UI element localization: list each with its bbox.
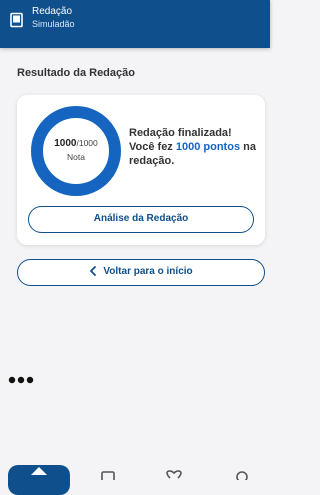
score-ring-progress xyxy=(31,106,121,196)
nav-item-profile[interactable] xyxy=(236,471,248,480)
score-ring xyxy=(31,106,121,196)
heart-icon xyxy=(166,470,182,479)
chevron-left-icon xyxy=(90,266,97,277)
score-number: 1000 xyxy=(54,138,77,149)
back-home-label: Voltar para o início xyxy=(103,266,193,277)
status-text: Redação finalizada! xyxy=(129,127,232,139)
points-highlight: 1000 pontos xyxy=(175,141,241,153)
score-max: /1000 xyxy=(76,138,98,148)
result-message: Redação finalizada! Você fez 1000 pontos… xyxy=(129,126,259,168)
points-prefix: Você fez xyxy=(129,141,176,153)
analysis-button[interactable]: Análise da Redação xyxy=(28,206,254,233)
result-card: 1000/1000 Nota Redação finalizada! Você … xyxy=(17,95,265,245)
score-label: Nota xyxy=(67,152,85,162)
more-icon[interactable] xyxy=(8,375,34,385)
header-title: Redação xyxy=(32,6,73,17)
app-header: Redação Simuladão xyxy=(0,0,270,48)
nav-item-favorites[interactable] xyxy=(166,470,182,479)
user-icon xyxy=(236,471,248,480)
header-subtitle: Simuladão xyxy=(32,19,75,29)
section-title: Resultado da Redação xyxy=(17,67,135,79)
book-icon xyxy=(101,471,115,480)
bottom-nav xyxy=(101,470,248,480)
back-home-button[interactable]: Voltar para o início xyxy=(17,259,265,286)
score-value: 1000/1000 xyxy=(30,138,122,149)
book-icon xyxy=(10,12,23,28)
nav-item-book[interactable] xyxy=(101,471,115,480)
points-text: Você fez 1000 pontos na redação. xyxy=(129,140,259,168)
